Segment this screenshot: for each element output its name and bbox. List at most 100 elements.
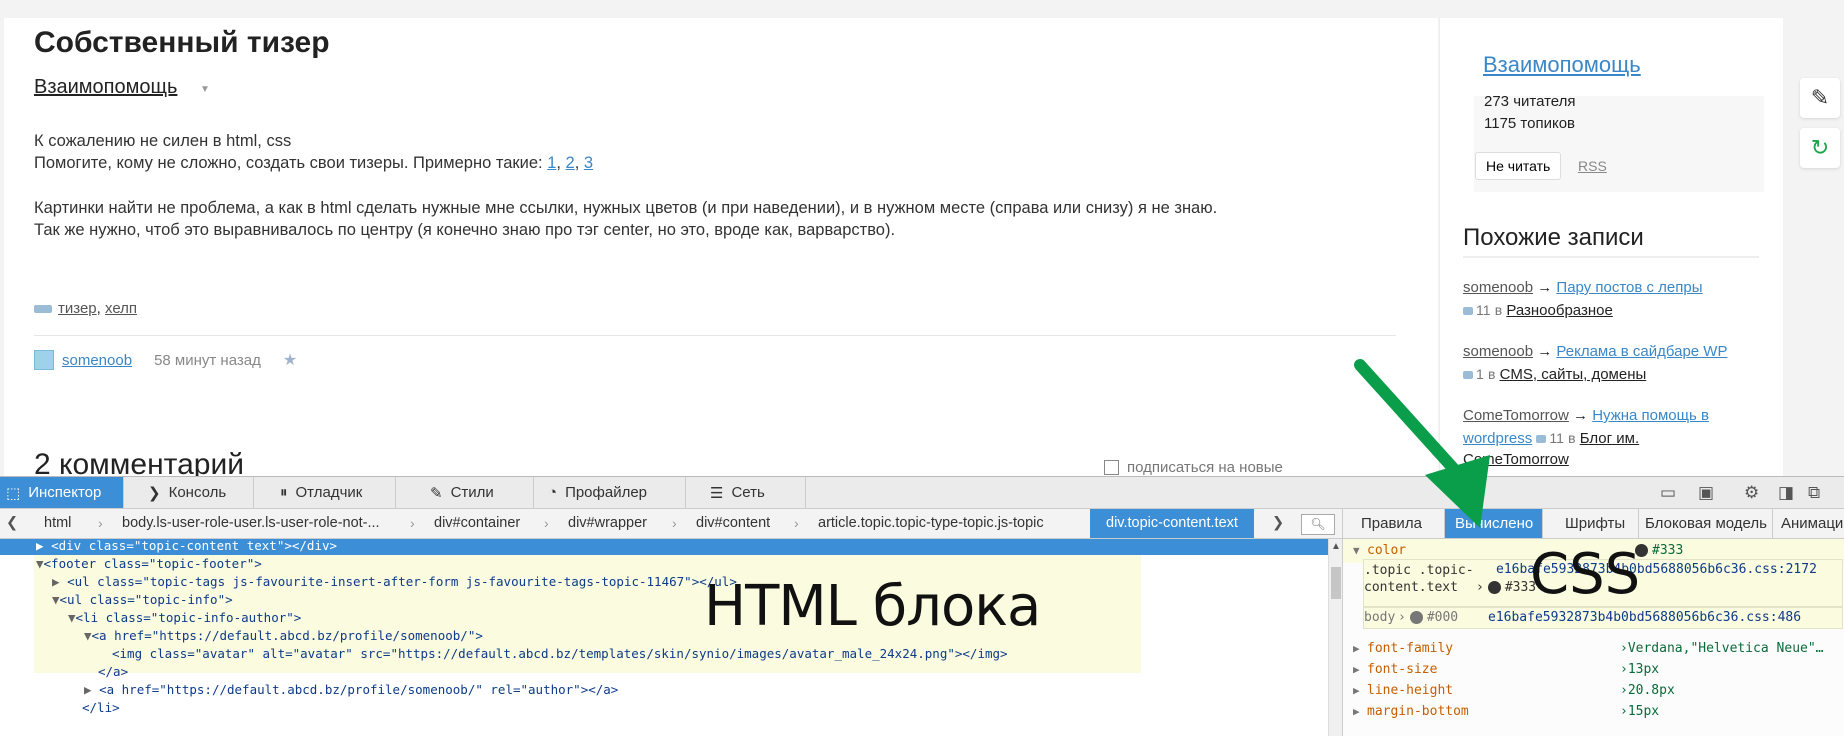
chevron-right-icon: › <box>794 515 799 531</box>
expand-icon: ▶ <box>1353 705 1360 718</box>
tag-icon <box>34 305 52 314</box>
divider <box>34 335 1396 336</box>
tab-inspector[interactable]: ⬚ Инспектор <box>0 477 124 508</box>
breadcrumb-item-selected[interactable]: div.topic-content.text <box>1090 509 1254 538</box>
favourite-star-icon[interactable]: ★ <box>283 350 297 370</box>
tab-animations[interactable]: Анимации <box>1773 509 1844 538</box>
computed-rule[interactable]: body › #000 e16bafe5932873b4b0bd5688056b6… <box>1363 607 1843 629</box>
chevron-right-icon: › <box>544 515 549 531</box>
source-link[interactable]: e16bafe5932873b4b0bd5688056b6c36.css:486 <box>1488 610 1801 625</box>
topic-title: Собственный тизер <box>34 26 330 59</box>
subscribe-checkbox[interactable]: подписаться на новые <box>1104 459 1283 476</box>
topic-tags: тизер, хелп <box>34 300 137 317</box>
chevron-left-icon[interactable]: ❮ <box>6 509 18 538</box>
breadcrumb-item[interactable]: html <box>44 509 71 538</box>
color-swatch <box>1487 581 1501 594</box>
dock-side-icon[interactable]: ◨ <box>1778 483 1794 503</box>
html-node[interactable]: ▶ <a href="https://default.abcd.bz/profi… <box>84 680 618 700</box>
tab-fonts[interactable]: Шрифты <box>1543 509 1639 538</box>
comment-icon <box>1463 307 1473 315</box>
example-link-3[interactable]: 3 <box>584 154 593 172</box>
screenshot-icon[interactable]: ▣ <box>1698 483 1714 503</box>
readers-count: 273 читателя <box>1484 93 1576 110</box>
expand-icon: ▶ <box>52 574 68 589</box>
topic-time: 58 минут назад <box>154 351 261 369</box>
similar-posts-title: Похожие записи <box>1463 224 1644 251</box>
scrollbar[interactable]: ▲ <box>1328 539 1342 736</box>
edit-icon[interactable]: ✎ <box>1800 78 1840 118</box>
topic-text-line-4: Так же нужно, чтоб это выравнивалось по … <box>34 221 896 239</box>
chevron-right-icon[interactable]: ❯ <box>1272 509 1284 538</box>
breadcrumb-item[interactable]: div#wrapper <box>568 509 647 538</box>
example-link-1[interactable]: 1 <box>547 154 556 172</box>
tab-console[interactable]: ❯ Консоль <box>124 477 254 508</box>
topic-info: somenoob 58 минут назад ★ <box>34 350 297 370</box>
search-icon[interactable]: 🔍︎ <box>1301 514 1335 535</box>
tag-link[interactable]: хелп <box>105 300 137 317</box>
html-node[interactable]: ▶ <ul class="topic-tags js-favourite-ins… <box>52 572 737 592</box>
chevron-down-icon[interactable]: ▼ <box>200 84 210 95</box>
similar-item: somenoob → Пару постов с лепры <box>1463 279 1703 296</box>
scrollbar-thumb[interactable] <box>1331 567 1341 599</box>
console-icon: ❯ <box>148 484 161 502</box>
tab-debugger[interactable]: ⏸ Отладчик <box>254 477 396 508</box>
annotation-css-label: CSS <box>1530 542 1641 607</box>
computed-prop[interactable]: ▶ margin-bottom ›15px <box>1343 700 1844 724</box>
inspector-icon: ⬚ <box>6 484 21 502</box>
similar-item: somenoob → Реклама в сайдбаре WP <box>1463 343 1728 360</box>
html-node[interactable]: ▶ <div class="topic-content text"></div> <box>36 536 337 556</box>
style-editor-icon: ✎ <box>430 484 443 502</box>
expand-icon: ▶ <box>84 682 100 697</box>
annotation-arrow <box>1354 359 1490 528</box>
responsive-icon[interactable]: ▭ <box>1660 483 1676 503</box>
annotation-html-label: HTML блока <box>704 574 1041 639</box>
expand-icon: ▶ <box>36 538 52 553</box>
tag-link[interactable]: тизер <box>58 300 97 317</box>
html-node[interactable]: </li> <box>82 698 120 718</box>
blog-link[interactable]: Взаимопомощь <box>34 76 177 99</box>
profiler-icon: ◔ <box>548 484 558 501</box>
chevron-up-icon[interactable]: ▲ <box>1331 541 1341 552</box>
sidebar-blog-title[interactable]: Взаимопомощь <box>1483 52 1641 78</box>
html-node[interactable]: <img class="avatar" alt="avatar" src="ht… <box>112 644 1008 664</box>
tab-styles[interactable]: ✎ Стили <box>396 477 534 508</box>
avatar[interactable] <box>34 350 54 370</box>
chevron-right-icon: › <box>672 515 677 531</box>
breadcrumb-item[interactable]: div#container <box>434 509 520 538</box>
color-swatch <box>1409 611 1423 624</box>
settings-icon[interactable]: ⚙ <box>1744 483 1759 503</box>
collapse-icon: ▼ <box>1353 544 1360 557</box>
html-node[interactable]: ▼<ul class="topic-info"> <box>52 590 233 610</box>
network-icon: ☰ <box>710 484 724 502</box>
tab-network[interactable]: ☰ Сеть <box>686 477 806 508</box>
chevron-right-icon: › <box>98 515 103 531</box>
tab-profiler[interactable]: ◔ Профайлер <box>534 477 686 508</box>
undock-icon[interactable]: ⧉ <box>1808 483 1820 503</box>
markup-view: ▶ <div class="topic-content text"></div>… <box>0 536 1328 736</box>
chevron-right-icon: › <box>410 515 415 531</box>
breadcrumb: ❮ html › body.ls-user-role-user.ls-user-… <box>0 509 1342 539</box>
breadcrumb-item[interactable]: div#content <box>696 509 770 538</box>
tab-box-model[interactable]: Блоковая модель <box>1639 509 1773 538</box>
breadcrumb-item[interactable]: article.topic.topic-type-topic.js-topic <box>818 509 1044 538</box>
collapse-icon: ▼ <box>36 556 44 571</box>
devtools-toolbar: ⬚ Инспектор ❯ Консоль ⏸ Отладчик ✎ Стили ◔ Пр… <box>0 477 1844 509</box>
rss-link[interactable]: RSS <box>1578 158 1607 174</box>
html-node[interactable]: ▼<footer class="topic-footer"> <box>36 554 262 574</box>
topic-card <box>4 18 1438 488</box>
html-node[interactable]: </a> <box>98 662 128 682</box>
example-link-2[interactable]: 2 <box>566 154 575 172</box>
collapse-icon: ▼ <box>84 628 92 643</box>
collapse-icon: ▼ <box>52 592 60 607</box>
checkbox[interactable] <box>1104 460 1119 475</box>
debugger-icon: ⏸ <box>280 484 288 501</box>
html-node[interactable]: ▼<li class="topic-info-author"> <box>68 608 301 628</box>
floating-toolbar: ✎ ↻ <box>1800 78 1844 178</box>
html-node[interactable]: ▼<a href="https://default.abcd.bz/profil… <box>84 626 483 646</box>
web-page: Собственный тизер Взаимопомощь ▼ К сожал… <box>0 0 1844 488</box>
breadcrumb-item[interactable]: body.ls-user-role-user.ls-user-role-not-… <box>122 509 380 538</box>
author-link[interactable]: somenoob <box>62 352 132 369</box>
unread-button[interactable]: Не читать <box>1475 152 1562 180</box>
refresh-icon[interactable]: ↻ <box>1800 128 1840 168</box>
similar-item-meta: 11 в Разнообразное <box>1463 299 1613 322</box>
